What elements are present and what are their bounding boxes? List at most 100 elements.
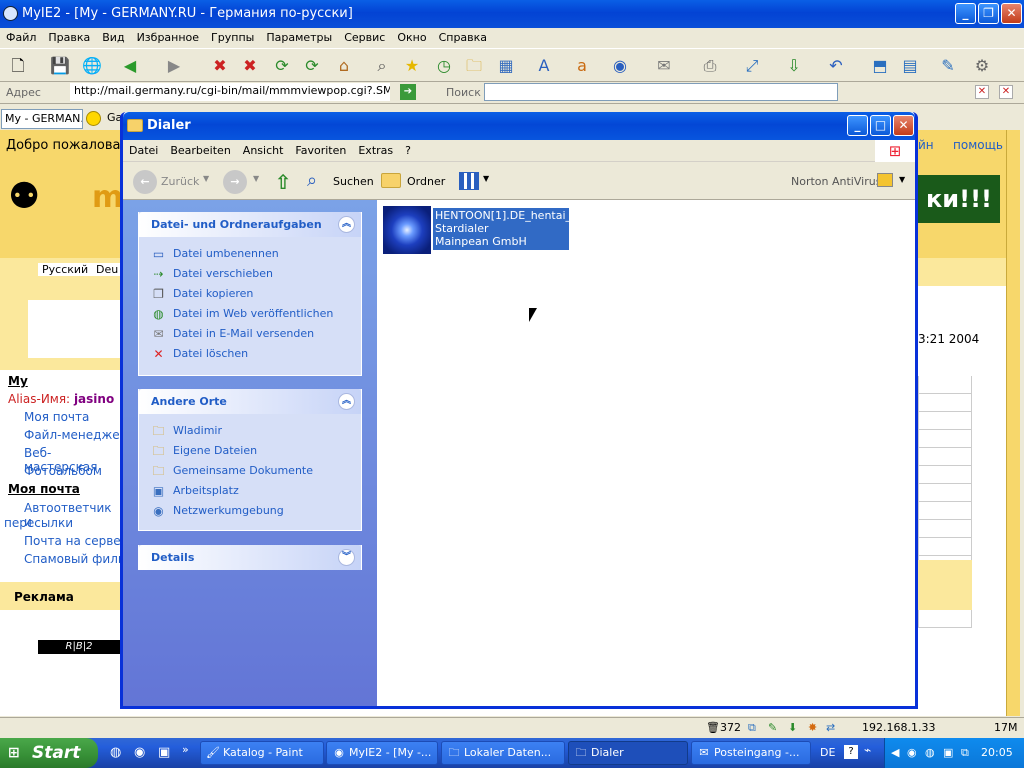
page-scrollbar[interactable] xyxy=(1006,130,1020,716)
menu-file[interactable]: Файл xyxy=(0,31,42,44)
sidebar-item-photos[interactable]: Фотоальбом xyxy=(24,464,102,478)
tray-monitor-icon[interactable]: ▣ xyxy=(943,738,953,768)
menu-datei[interactable]: Datei xyxy=(123,140,164,162)
search-icon[interactable]: ⌕ xyxy=(370,54,394,78)
lang-german[interactable]: Deu xyxy=(92,263,123,276)
menu-edit[interactable]: Правка xyxy=(42,31,96,44)
search-input[interactable] xyxy=(484,83,838,101)
back-dropdown-icon[interactable]: ▼ xyxy=(203,174,209,183)
quicklaunch-app-icon[interactable]: ▣ xyxy=(158,745,170,760)
font-icon[interactable]: A xyxy=(532,54,556,78)
proxy-icon[interactable]: ⇄ xyxy=(826,721,835,734)
collapse-up-icon[interactable]: ︽ xyxy=(338,216,355,233)
collapse-up-icon[interactable]: ︽ xyxy=(338,393,355,410)
menu-help[interactable]: ? xyxy=(399,140,417,162)
forward-dropdown-icon[interactable]: ▼ xyxy=(253,174,259,183)
minimize-button[interactable]: _ xyxy=(955,3,976,24)
home-icon[interactable]: ⌂ xyxy=(332,54,356,78)
refresh-all-icon[interactable]: ⟳ xyxy=(300,54,324,78)
task-local-disk[interactable]: 🗀 Lokaler Daten... xyxy=(441,741,565,765)
fullscreen-icon[interactable]: ⤢ xyxy=(740,54,764,78)
trash-icon[interactable]: 🗑 xyxy=(706,721,720,734)
task-copy[interactable]: ❐ Datei kopieren xyxy=(139,284,361,304)
stop-icon[interactable]: ✖ xyxy=(208,54,232,78)
menu-view[interactable]: Вид xyxy=(96,31,130,44)
cascade-icon[interactable]: ▤ xyxy=(898,54,922,78)
web-icon[interactable]: ◉ xyxy=(608,54,632,78)
close-tab-icon[interactable]: ✕ xyxy=(975,85,989,99)
sidebar-item-server-mail[interactable]: Почта на сервере xyxy=(24,534,136,548)
menu-bearbeiten[interactable]: Bearbeiten xyxy=(164,140,236,162)
menu-window[interactable]: Окно xyxy=(391,31,432,44)
menu-favoriten[interactable]: Favoriten xyxy=(289,140,352,162)
back-arrow-icon[interactable]: ← xyxy=(133,170,157,194)
task-dialer[interactable]: 🗀 Dialer xyxy=(568,741,688,765)
sidebar-heading-mail[interactable]: Моя почта xyxy=(8,482,80,496)
menu-extras[interactable]: Extras xyxy=(352,140,399,162)
task-delete[interactable]: ✕ Datei löschen xyxy=(139,344,361,364)
tile-icon[interactable]: ⬒ xyxy=(868,54,892,78)
download-icon[interactable]: ⇩ xyxy=(782,54,806,78)
other-places-header[interactable]: Andere Orte ︽ xyxy=(139,389,361,414)
quicklaunch-more-icon[interactable]: » xyxy=(182,743,189,756)
sidebar-heading-my[interactable]: My xyxy=(8,374,28,388)
explorer-close-button[interactable]: ✕ xyxy=(893,115,914,136)
up-folder-icon[interactable]: ⇧ xyxy=(271,170,295,194)
print-icon[interactable]: ⎙ xyxy=(698,54,722,78)
menu-groups[interactable]: Группы xyxy=(205,31,260,44)
menu-options[interactable]: Параметры xyxy=(260,31,338,44)
tray-eye-icon[interactable]: ◉ xyxy=(907,738,917,768)
search-magnifier-icon[interactable]: ⌕ xyxy=(307,170,329,192)
norton-icon[interactable] xyxy=(877,173,893,187)
close-all-icon[interactable]: ✕ xyxy=(999,85,1013,99)
norton-label[interactable]: Norton AntiVirus xyxy=(791,175,881,188)
menu-favorites[interactable]: Избранное xyxy=(131,31,205,44)
place-shared-documents[interactable]: 🗀 Gemeinsame Dokumente xyxy=(139,461,361,481)
tray-network-icon[interactable]: ⧉ xyxy=(961,738,969,768)
expand-down-icon[interactable]: ︾ xyxy=(338,549,355,566)
save-icon[interactable]: 💾 xyxy=(48,54,72,78)
download-status-icon[interactable]: ⬇ xyxy=(788,721,797,734)
restore-button[interactable]: ❐ xyxy=(978,3,999,24)
history-icon[interactable]: ◷ xyxy=(432,54,456,78)
ad-banner[interactable]: R|B|2 xyxy=(38,640,120,654)
folders-button[interactable]: Ordner xyxy=(407,175,445,188)
edit-icon[interactable]: ✎ xyxy=(936,54,960,78)
task-email[interactable]: ✉ Datei in E-Mail versenden xyxy=(139,324,361,344)
task-myie2[interactable]: ◉ MyIE2 - [My -... xyxy=(326,741,438,765)
tab-my-germany[interactable]: My - GERMAN... xyxy=(1,109,83,129)
task-move[interactable]: ⇢ Datei verschieben xyxy=(139,264,361,284)
file-tasks-header[interactable]: Datei- und Ordneraufgaben ︽ xyxy=(139,212,361,237)
popup-icon[interactable]: ⧉ xyxy=(748,721,756,735)
clean-icon[interactable]: ✎ xyxy=(768,721,777,734)
stop-all-icon[interactable]: ✖ xyxy=(238,54,262,78)
menu-tools[interactable]: Сервис xyxy=(338,31,391,44)
close-button[interactable]: ✕ xyxy=(1001,3,1022,24)
sidebar-item-spam-filter[interactable]: Спамовый фильт xyxy=(24,552,132,566)
back-icon[interactable]: ◀ xyxy=(118,54,142,78)
task-rename[interactable]: ▭ Datei umbenennen xyxy=(139,244,361,264)
gear-icon[interactable]: ✸ xyxy=(808,721,817,734)
address-input[interactable]: http://mail.germany.ru/cgi-bin/mail/mmmv… xyxy=(70,83,390,101)
tray-myie-icon[interactable]: ◍ xyxy=(925,738,935,768)
banner[interactable]: ки!!! xyxy=(918,175,1000,223)
settings-icon[interactable]: ⚙ xyxy=(970,54,994,78)
menu-help[interactable]: Справка xyxy=(433,31,493,44)
lang-russian[interactable]: Русский xyxy=(38,263,93,276)
forward-icon[interactable]: ▶ xyxy=(162,54,186,78)
favorites-icon[interactable]: ★ xyxy=(400,54,424,78)
views-icon[interactable] xyxy=(459,172,479,190)
language-indicator[interactable]: DE xyxy=(820,746,835,759)
task-paint[interactable]: 🖌 Katalog - Paint xyxy=(200,741,324,765)
connect-icon[interactable]: 🌐 xyxy=(80,54,104,78)
new-icon[interactable]: 🗋 xyxy=(6,54,30,78)
network-tray-icon[interactable]: ⌁ xyxy=(864,743,871,757)
menu-ansicht[interactable]: Ansicht xyxy=(237,140,290,162)
details-header[interactable]: Details ︾ xyxy=(139,545,361,570)
explorer-minimize-button[interactable]: _ xyxy=(847,115,868,136)
search-button[interactable]: Suchen xyxy=(333,175,374,188)
place-my-documents[interactable]: 🗀 Eigene Dateien xyxy=(139,441,361,461)
task-publish[interactable]: ◍ Datei im Web veröffentlichen xyxy=(139,304,361,324)
place-network[interactable]: ◉ Netzwerkumgebung xyxy=(139,501,361,521)
quicklaunch-ie-icon[interactable]: ◍ xyxy=(110,745,121,760)
